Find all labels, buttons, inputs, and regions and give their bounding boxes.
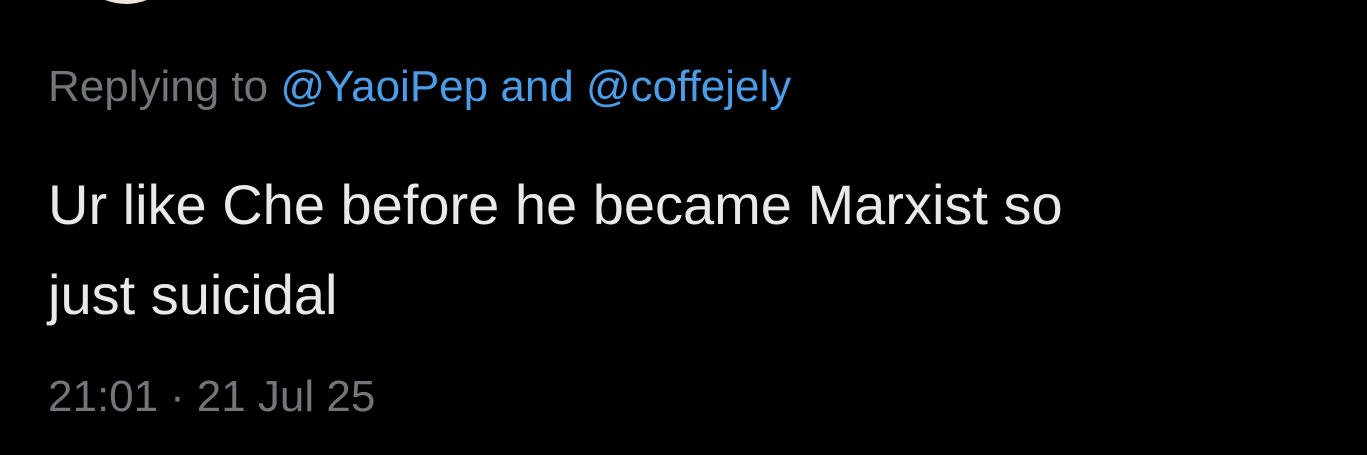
meta-separator: · [170,372,185,421]
tweet-date: 21 Jul 25 [196,372,376,421]
mention-joiner: and [488,62,586,111]
tweet-time: 21:01 [48,372,159,421]
tweet-text: Ur like Che before he became Marxist so … [48,173,1063,326]
tweet-detail: Replying to @YaoiPep and @coffejely Ur l… [0,0,1367,455]
tweet-timestamp[interactable]: 21:01 · 21 Jul 25 [48,368,375,426]
replying-to-label: Replying to [48,62,281,111]
mention-yaoipep[interactable]: @YaoiPep [280,62,488,111]
avatar[interactable] [70,0,182,4]
replying-to-line: Replying to @YaoiPep and @coffejely [48,58,791,116]
mention-coffejely[interactable]: @coffejely [586,62,791,111]
